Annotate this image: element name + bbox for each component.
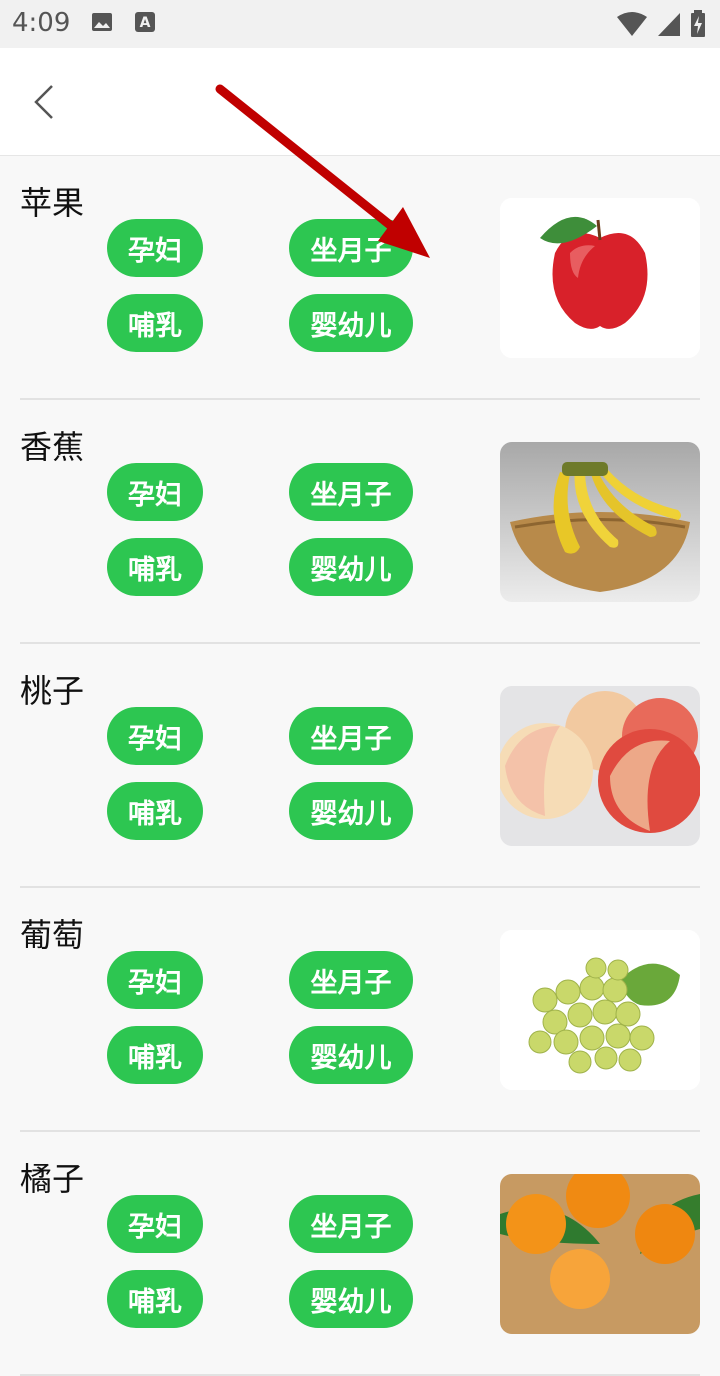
tag-infant[interactable]: 婴幼儿 <box>289 782 413 840</box>
peach-image[interactable] <box>500 686 700 846</box>
tag-postpartum[interactable]: 坐月子 <box>289 707 413 765</box>
grape-image[interactable] <box>500 930 700 1090</box>
orange-image[interactable] <box>500 1174 700 1334</box>
text-a-icon: A <box>135 12 155 32</box>
item-name: 香蕉 <box>20 428 85 466</box>
annotation-arrow-icon <box>215 84 430 258</box>
item-name: 桃子 <box>20 672 85 710</box>
list-item[interactable]: 葡萄 孕妇 坐月子 哺乳 婴幼儿 <box>0 888 720 1132</box>
tag-pregnant[interactable]: 孕妇 <box>107 951 203 1009</box>
svg-text:A: A <box>140 15 151 31</box>
back-button[interactable] <box>22 76 70 128</box>
wifi-icon <box>617 12 647 36</box>
tag-infant[interactable]: 婴幼儿 <box>289 538 413 596</box>
tag-infant[interactable]: 婴幼儿 <box>289 294 413 352</box>
tag-breastfeeding[interactable]: 哺乳 <box>107 294 203 352</box>
item-name: 苹果 <box>20 184 85 222</box>
signal-icon <box>658 13 680 36</box>
tag-postpartum[interactable]: 坐月子 <box>289 951 413 1009</box>
tag-breastfeeding[interactable]: 哺乳 <box>107 782 203 840</box>
tag-pregnant[interactable]: 孕妇 <box>107 1195 203 1253</box>
food-list: 苹果 孕妇 坐月子 哺乳 婴幼儿 香蕉 孕妇 坐月子 哺乳 婴幼儿 桃子 孕妇 … <box>0 156 720 1376</box>
chevron-left-icon <box>34 85 53 119</box>
status-bar: 4:09 A <box>0 0 720 48</box>
tag-infant[interactable]: 婴幼儿 <box>289 1026 413 1084</box>
list-item[interactable]: 桃子 孕妇 坐月子 哺乳 婴幼儿 <box>0 644 720 888</box>
tag-postpartum[interactable]: 坐月子 <box>289 1195 413 1253</box>
list-item[interactable]: 橘子 孕妇 坐月子 哺乳 婴幼儿 <box>0 1132 720 1376</box>
tag-pregnant[interactable]: 孕妇 <box>107 219 203 277</box>
item-name: 橘子 <box>20 1160 85 1198</box>
banana-image[interactable] <box>500 442 700 602</box>
item-name: 葡萄 <box>20 916 85 954</box>
tag-breastfeeding[interactable]: 哺乳 <box>107 1270 203 1328</box>
status-time: 4:09 <box>12 8 71 38</box>
tag-postpartum[interactable]: 坐月子 <box>289 463 413 521</box>
apple-image[interactable] <box>500 198 700 358</box>
status-icons-left: A <box>90 10 156 34</box>
tag-pregnant[interactable]: 孕妇 <box>107 707 203 765</box>
tag-breastfeeding[interactable]: 哺乳 <box>107 1026 203 1084</box>
status-icons-right <box>616 10 706 38</box>
image-icon <box>92 13 112 31</box>
tag-infant[interactable]: 婴幼儿 <box>289 1270 413 1328</box>
tag-pregnant[interactable]: 孕妇 <box>107 463 203 521</box>
list-item[interactable]: 香蕉 孕妇 坐月子 哺乳 婴幼儿 <box>0 400 720 644</box>
battery-icon <box>691 10 705 37</box>
tag-breastfeeding[interactable]: 哺乳 <box>107 538 203 596</box>
